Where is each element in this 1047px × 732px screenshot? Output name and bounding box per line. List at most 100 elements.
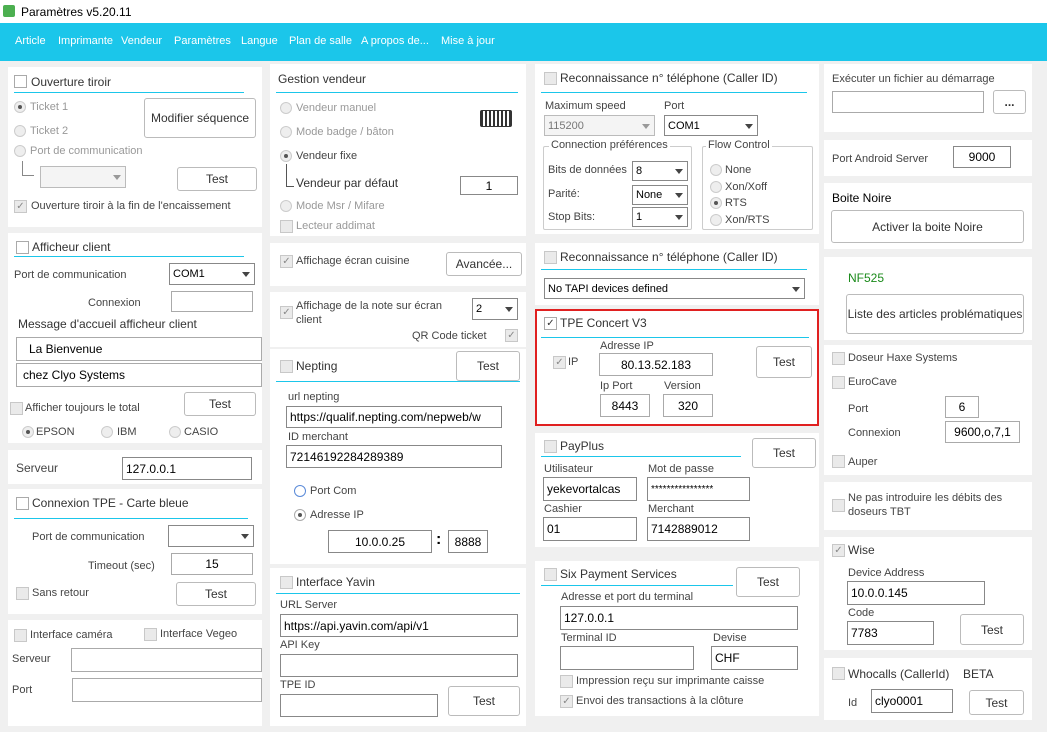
device-address-input[interactable]: 10.0.0.145 (847, 581, 985, 605)
timeout-input[interactable]: 15 (171, 553, 253, 575)
menu-parametres[interactable]: Paramètres (174, 35, 231, 47)
menu-article[interactable]: Article (15, 35, 46, 47)
vegeo-checkbox[interactable] (144, 628, 157, 641)
devise-input[interactable]: CHF (711, 646, 798, 670)
liste-articles-button[interactable]: Liste des articles problématiques (846, 294, 1024, 334)
tapi-device-select[interactable]: No TAPI devices defined (544, 278, 805, 299)
camera-port-input[interactable] (72, 678, 262, 702)
mot-de-passe-input[interactable]: **************** (647, 477, 750, 501)
concert-ip-checkbox[interactable]: ✓ (553, 356, 566, 369)
doseur-port-input[interactable]: 6 (945, 396, 979, 418)
api-key-input[interactable] (280, 654, 518, 677)
eurocave-checkbox[interactable] (832, 376, 845, 389)
merchant-input[interactable]: 7142889012 (647, 517, 750, 541)
menu-langue[interactable]: Langue (241, 35, 278, 47)
vendeur-fixe-radio[interactable] (280, 150, 292, 162)
yavin-checkbox[interactable] (280, 576, 293, 589)
menu-imprimante[interactable]: Imprimante (58, 35, 113, 47)
afficheur-test-button[interactable]: Test (184, 392, 256, 416)
connexion-input[interactable] (171, 291, 253, 312)
concert-test-button[interactable]: Test (756, 346, 812, 378)
stop-select[interactable]: 1 (632, 207, 688, 227)
whocalls-checkbox[interactable] (832, 667, 845, 680)
utilisateur-input[interactable]: yekevortalcas (543, 477, 637, 501)
cashier-input[interactable]: 01 (543, 517, 637, 541)
afficheur-checkbox[interactable] (16, 241, 29, 254)
concert-checkbox[interactable]: ✓ (544, 317, 557, 330)
demarrage-input[interactable] (832, 91, 984, 113)
six-test-button[interactable]: Test (736, 567, 800, 597)
menu-mise-a-jour[interactable]: Mise à jour (441, 35, 495, 47)
casio-radio[interactable] (169, 426, 181, 438)
haxe-checkbox[interactable] (832, 352, 845, 365)
tiroir-port-select[interactable] (40, 166, 126, 188)
tiroir-checkbox[interactable] (14, 75, 27, 88)
note-select[interactable]: 2 (472, 298, 518, 320)
vendeur-manuel-radio[interactable] (280, 102, 292, 114)
concert-version-input[interactable]: 320 (663, 394, 713, 417)
nepting-port-input[interactable]: 8888 (448, 530, 488, 553)
ticket1-radio[interactable] (14, 101, 26, 113)
menu-plan-de-salle[interactable]: Plan de salle (289, 35, 352, 47)
payplus-test-button[interactable]: Test (752, 438, 816, 468)
terminal-id-input[interactable] (560, 646, 694, 670)
callerid-port-select[interactable]: COM1 (664, 115, 758, 136)
whocalls-test-button[interactable]: Test (969, 690, 1024, 715)
keyboard-icon[interactable] (480, 110, 512, 127)
tpe-id-input[interactable] (280, 694, 438, 717)
note-checkbox[interactable]: ✓ (280, 306, 293, 319)
qr-checkbox[interactable]: ✓ (505, 329, 518, 342)
flow-none-radio[interactable] (710, 164, 722, 176)
sans-retour-checkbox[interactable] (16, 587, 29, 600)
tpe-port-select[interactable] (168, 525, 254, 547)
addimat-checkbox[interactable] (280, 220, 293, 233)
camera-serveur-input[interactable] (71, 648, 262, 672)
menu-vendeur[interactable]: Vendeur (121, 35, 162, 47)
auper-checkbox[interactable] (832, 455, 845, 468)
mode-badge-radio[interactable] (280, 126, 292, 138)
mode-msr-radio[interactable] (280, 200, 292, 212)
epson-radio[interactable] (22, 426, 34, 438)
callerid2-checkbox[interactable] (544, 251, 557, 264)
serveur-input[interactable]: 127.0.0.1 (122, 457, 252, 480)
code-input[interactable]: 7783 (847, 621, 934, 645)
menu-a-propos[interactable]: A propos de... (361, 35, 429, 47)
activer-boite-button[interactable]: Activer la boite Noire (831, 210, 1024, 243)
tiroir-test-button[interactable]: Test (177, 167, 257, 191)
doseur-conn-input[interactable]: 9600,o,7,1 (945, 421, 1020, 443)
concert-port-input[interactable]: 8443 (600, 394, 650, 417)
nepting-ip-input[interactable]: 10.0.0.25 (328, 530, 432, 553)
yavin-test-button[interactable]: Test (448, 686, 520, 716)
avancee-button[interactable]: Avancée... (446, 252, 522, 276)
cuisine-checkbox[interactable]: ✓ (280, 255, 293, 268)
envoi-checkbox[interactable]: ✓ (560, 695, 573, 708)
tpe-test-button[interactable]: Test (176, 582, 256, 606)
flow-xonrts-radio[interactable] (710, 214, 722, 226)
whocalls-id-input[interactable]: clyo0001 (871, 689, 953, 713)
payplus-checkbox[interactable] (544, 440, 557, 453)
browse-button[interactable]: ... (993, 90, 1026, 114)
message-line1-input[interactable]: La Bienvenue (16, 337, 262, 361)
speed-select[interactable]: 115200 (544, 115, 655, 136)
vendeur-defaut-input[interactable]: 1 (460, 176, 518, 195)
wise-test-button[interactable]: Test (960, 614, 1024, 645)
modifier-sequence-button[interactable]: Modifier séquence (144, 98, 256, 138)
flow-rts-radio[interactable] (710, 197, 722, 209)
android-port-input[interactable]: 9000 (953, 146, 1011, 168)
flow-xon-radio[interactable] (710, 181, 722, 193)
callerid1-checkbox[interactable] (544, 72, 557, 85)
toujours-total-checkbox[interactable] (10, 402, 23, 415)
message-line2-input[interactable]: chez Clyo Systems (16, 363, 262, 387)
port-com-radio[interactable] (14, 145, 26, 157)
impression-checkbox[interactable] (560, 675, 573, 688)
six-addr-input[interactable]: 127.0.0.1 (560, 606, 798, 630)
camera-checkbox[interactable] (14, 629, 27, 642)
afficheur-port-select[interactable]: COM1 (169, 263, 255, 285)
port-com-radio[interactable] (294, 485, 306, 497)
tiroir-fin-checkbox[interactable]: ✓ (14, 200, 27, 213)
url-nepting-input[interactable]: https://qualif.nepting.com/nepweb/w (286, 406, 502, 428)
tbt-checkbox[interactable] (832, 499, 845, 512)
adresse-ip-radio[interactable] (294, 509, 306, 521)
ticket2-radio[interactable] (14, 125, 26, 137)
six-checkbox[interactable] (544, 568, 557, 581)
